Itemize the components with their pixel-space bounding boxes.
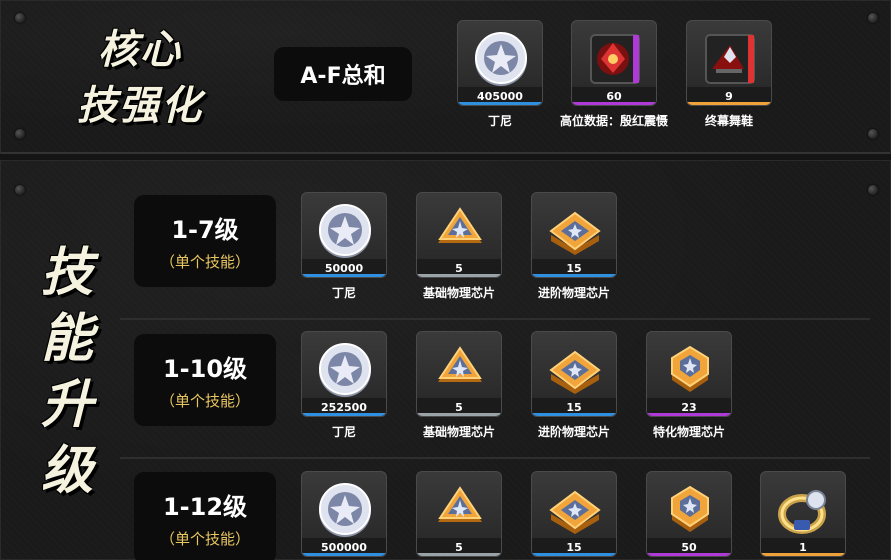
material-item[interactable]: 5 基础物理芯片 <box>416 331 502 440</box>
material-card[interactable]: 23 <box>646 331 732 417</box>
coin-icon <box>319 204 371 258</box>
skill-title-char: 能 <box>40 309 93 369</box>
material-card[interactable]: 252500 <box>301 331 387 417</box>
material-card[interactable]: 5 <box>416 471 502 557</box>
rarity-bar <box>532 413 616 416</box>
skill-title-char: 技 <box>40 243 93 303</box>
special-chip-icon <box>671 485 709 532</box>
level-range: 1-7级 <box>171 216 239 244</box>
af-total-label: A-F总和 <box>274 47 412 101</box>
material-item[interactable]: 1 <box>760 471 846 557</box>
basic-chip-icon <box>438 346 482 382</box>
level-range: 1-10级 <box>162 355 248 383</box>
level-label-1-10: 1-10级 （单个技能） <box>134 334 276 426</box>
rarity-bar <box>687 102 771 105</box>
material-name: 特化物理芯片 <box>652 425 725 439</box>
material-name: 进阶物理芯片 <box>537 286 610 300</box>
material-item[interactable]: 50000 丁尼 <box>301 192 387 301</box>
material-item[interactable]: 60 高位数据：殷红震慑 <box>560 20 668 129</box>
material-card[interactable]: 1 <box>760 471 846 557</box>
material-item[interactable]: 15 进阶物理芯片 <box>531 331 617 440</box>
material-item[interactable]: 5 <box>416 471 502 557</box>
rarity-bar <box>417 413 501 416</box>
material-name: 进阶物理芯片 <box>537 425 610 439</box>
material-item[interactable]: 5 基础物理芯片 <box>416 192 502 301</box>
material-item[interactable]: 500000 <box>301 471 387 557</box>
rarity-bar <box>302 274 386 277</box>
material-card[interactable]: 500000 <box>301 471 387 557</box>
rivet <box>15 13 25 23</box>
rivet <box>15 129 25 139</box>
rarity-bar <box>647 553 731 556</box>
crimson-data-icon <box>590 34 640 84</box>
level-note: （单个技能） <box>159 530 250 548</box>
rarity-bar <box>417 274 501 277</box>
material-item[interactable]: 15 进阶物理芯片 <box>531 192 617 301</box>
material-card[interactable]: 15 <box>531 331 617 417</box>
basic-chip-icon <box>438 207 482 243</box>
advanced-chip-icon <box>549 211 601 255</box>
coin-icon <box>319 483 371 537</box>
material-name: 基础物理芯片 <box>422 425 495 439</box>
finale-shoe-icon <box>705 34 755 84</box>
rarity-bar <box>417 553 501 556</box>
level-range: 1-12级 <box>162 493 248 521</box>
material-card[interactable]: 50 <box>646 471 732 557</box>
core-title-line2: 技强化 <box>77 83 203 129</box>
material-card[interactable]: 5 <box>416 192 502 278</box>
skill-title-char: 级 <box>40 441 93 501</box>
rarity-bar <box>572 102 656 105</box>
rarity-bar <box>647 413 731 416</box>
af-total-text: A-F总和 <box>300 64 386 89</box>
material-card[interactable]: 15 <box>531 192 617 278</box>
material-item[interactable]: 405000 丁尼 <box>457 20 543 129</box>
material-item[interactable]: 23 特化物理芯片 <box>646 331 732 440</box>
rivet <box>868 129 878 139</box>
material-item[interactable]: 50 <box>646 471 732 557</box>
rivet <box>15 185 25 195</box>
rarity-bar <box>761 553 845 556</box>
row-divider <box>120 457 870 459</box>
core-skill-title: 核心 技强化 <box>50 22 230 134</box>
material-card[interactable]: 9 <box>686 20 772 106</box>
coin-icon <box>475 32 527 86</box>
advanced-chip-icon <box>549 490 601 534</box>
level-label-1-12: 1-12级 （单个技能） <box>134 472 276 560</box>
material-name: 丁尼 <box>487 114 512 128</box>
rarity-bar <box>532 553 616 556</box>
gold-ring-icon <box>778 490 826 534</box>
rarity-bar <box>532 274 616 277</box>
basic-chip-icon <box>438 486 482 522</box>
rarity-bar <box>458 102 542 105</box>
material-name: 丁尼 <box>331 425 356 439</box>
rivet <box>868 13 878 23</box>
level-note: （单个技能） <box>159 253 250 271</box>
rarity-bar <box>302 553 386 556</box>
material-name: 终幕舞鞋 <box>704 114 753 128</box>
rarity-bar <box>302 413 386 416</box>
skill-title-char: 升 <box>40 375 93 435</box>
skill-upgrade-title: 技 能 升 级 <box>22 240 112 504</box>
rivet <box>868 185 878 195</box>
material-card[interactable]: 5 <box>416 331 502 417</box>
special-chip-icon <box>671 345 709 392</box>
material-card[interactable]: 405000 <box>457 20 543 106</box>
level-note: （单个技能） <box>159 392 250 410</box>
material-name: 高位数据：殷红震慑 <box>559 114 668 128</box>
coin-icon <box>319 343 371 397</box>
core-title-line1: 核心 <box>98 27 182 73</box>
advanced-chip-icon <box>549 350 601 394</box>
material-card[interactable]: 60 <box>571 20 657 106</box>
material-card[interactable]: 50000 <box>301 192 387 278</box>
material-name: 基础物理芯片 <box>422 286 495 300</box>
material-item[interactable]: 15 <box>531 471 617 557</box>
material-item[interactable]: 252500 丁尼 <box>301 331 387 440</box>
level-label-1-7: 1-7级 （单个技能） <box>134 195 276 287</box>
row-divider <box>120 318 870 320</box>
material-card[interactable]: 15 <box>531 471 617 557</box>
material-item[interactable]: 9 终幕舞鞋 <box>686 20 772 129</box>
material-name: 丁尼 <box>331 286 356 300</box>
